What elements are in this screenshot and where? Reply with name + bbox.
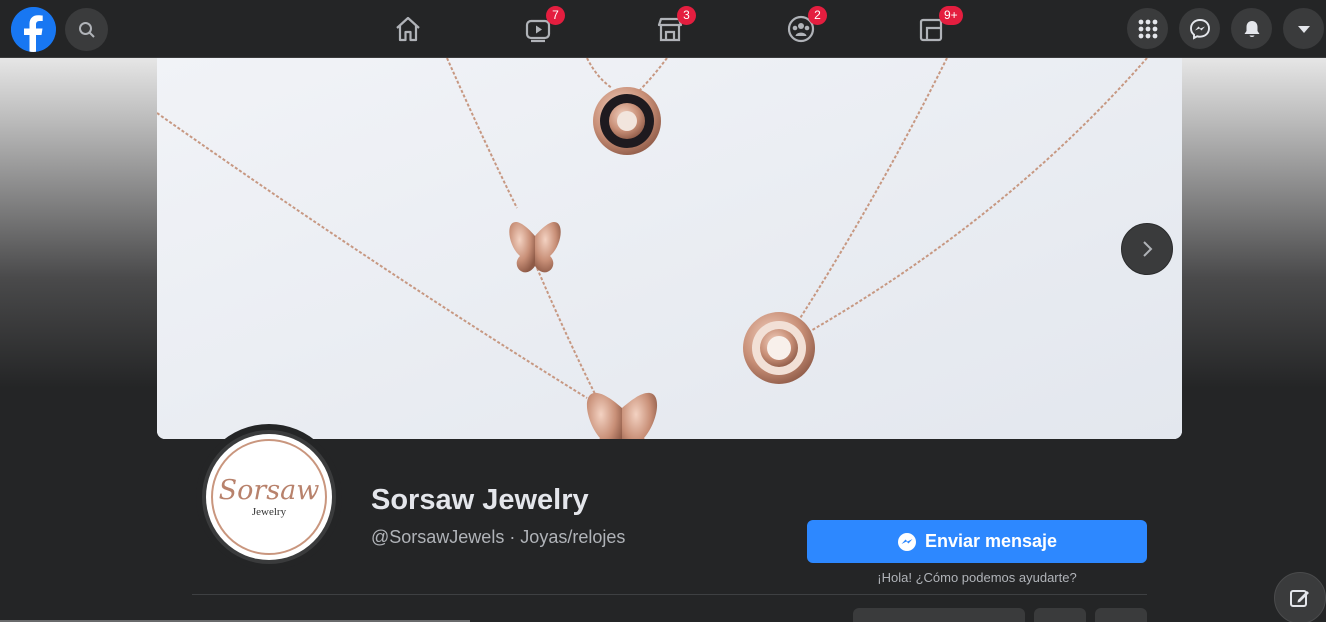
- chevron-right-icon: [1143, 241, 1153, 257]
- page-username-category: @SorsawJewels · Joyas/relojes: [371, 527, 626, 547]
- account-dropdown-icon: [1297, 25, 1310, 33]
- send-message-button[interactable]: Enviar mensaje: [807, 520, 1147, 563]
- nav-home[interactable]: [352, 0, 464, 58]
- messenger-button[interactable]: [1179, 8, 1220, 49]
- compose-icon: [1290, 590, 1309, 607]
- like-page-button[interactable]: [853, 608, 1025, 622]
- profile-picture[interactable]: Sorsaw Jewelry: [196, 424, 342, 570]
- cover-next-button[interactable]: [1121, 223, 1173, 275]
- marketplace-badge: 3: [677, 6, 696, 25]
- nav-watch[interactable]: 7: [483, 0, 595, 58]
- gaming-badge: 9+: [939, 6, 963, 25]
- page-title: Sorsaw Jewelry: [371, 484, 589, 516]
- nav-marketplace[interactable]: 3: [614, 0, 726, 58]
- account-menu-button[interactable]: [1283, 8, 1324, 49]
- home-icon: [396, 16, 420, 42]
- watch-badge: 7: [546, 6, 565, 25]
- search-button[interactable]: [65, 8, 108, 51]
- nav-gaming[interactable]: 9+: [876, 0, 988, 58]
- nav-groups[interactable]: 2: [745, 0, 857, 58]
- greeting-text: ¡Hola! ¿Cómo podemos ayudarte?: [877, 570, 1077, 585]
- search-icon: [78, 21, 95, 38]
- top-navigation-bar: 7 3 2 9+: [0, 0, 1326, 58]
- messenger-icon: [1189, 18, 1210, 40]
- messenger-icon: [897, 532, 916, 551]
- search-page-button[interactable]: [1034, 608, 1086, 622]
- new-message-button[interactable]: [1274, 572, 1326, 622]
- facebook-logo-icon[interactable]: [11, 7, 56, 52]
- avatar-logo-script: Sorsaw: [218, 475, 320, 506]
- notifications-button[interactable]: [1231, 8, 1272, 49]
- notifications-icon: [1244, 20, 1259, 37]
- avatar-logo-subtext: Jewelry: [251, 506, 287, 518]
- send-message-label: Enviar mensaje: [924, 531, 1058, 551]
- menu-grid-icon: [1138, 19, 1157, 38]
- groups-badge: 2: [808, 6, 827, 25]
- more-options-button[interactable]: [1095, 608, 1147, 622]
- cover-photo[interactable]: [157, 58, 1182, 439]
- header-divider: [192, 594, 1147, 595]
- menu-button[interactable]: [1127, 8, 1168, 49]
